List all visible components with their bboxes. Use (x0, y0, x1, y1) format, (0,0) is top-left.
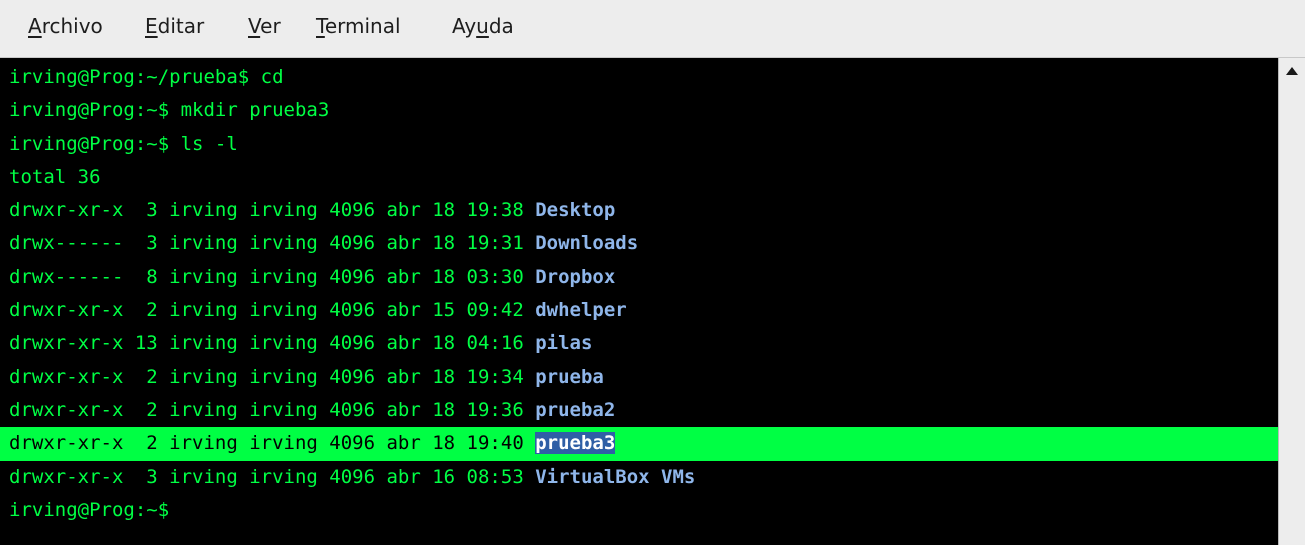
terminal-output[interactable]: irving@Prog:~/prueba$ cd irving@Prog:~$ … (0, 58, 1278, 545)
directory-name: dwhelper (535, 299, 627, 322)
vertical-scrollbar[interactable] (1278, 58, 1305, 545)
menu-terminal[interactable]: Terminal (316, 14, 401, 38)
menu-editar[interactable]: Editar (145, 14, 204, 38)
menu-ayuda[interactable]: Ayuda (452, 14, 514, 38)
directory-name: Dropbox (535, 265, 616, 288)
listing-row: drwxr-xr-x 3 irving irving 4096 abr 16 0… (9, 465, 696, 488)
terminal-window: Archivo Editar Ver Terminal Ayuda irving… (0, 0, 1305, 545)
arrow-up-icon[interactable] (1286, 67, 1298, 75)
menu-bar: Archivo Editar Ver Terminal Ayuda (0, 0, 1305, 58)
listing-row-highlighted[interactable]: drwxr-xr-x 2 irving irving 4096 abr 18 1… (0, 427, 1278, 461)
directory-name: prueba (535, 365, 604, 388)
directory-name-selected[interactable]: prueba3 (535, 432, 616, 455)
menu-archivo[interactable]: Archivo (28, 14, 103, 38)
directory-name: prueba2 (535, 398, 616, 421)
terminal-line: irving@Prog:~$ mkdir prueba3 (9, 99, 330, 122)
menu-ver[interactable]: Ver (248, 14, 281, 38)
terminal-line: total 36 (9, 165, 101, 188)
listing-row: drwxr-xr-x 13 irving irving 4096 abr 18 … (9, 332, 593, 355)
directory-name: Desktop (535, 199, 616, 222)
listing-row: drwx------ 3 irving irving 4096 abr 18 1… (9, 232, 639, 255)
listing-row: drwxr-xr-x 2 irving irving 4096 abr 15 0… (9, 299, 627, 322)
directory-name: VirtualBox VMs (535, 465, 696, 488)
directory-name: Downloads (535, 232, 639, 255)
terminal-prompt: irving@Prog:~$ (9, 498, 170, 521)
directory-name: pilas (535, 332, 593, 355)
terminal-line: irving@Prog:~$ ls -l (9, 132, 238, 155)
listing-row: drwxr-xr-x 2 irving irving 4096 abr 18 1… (9, 365, 604, 388)
listing-row: drwx------ 8 irving irving 4096 abr 18 0… (9, 265, 616, 288)
terminal-lines: irving@Prog:~/prueba$ cd irving@Prog:~$ … (0, 61, 1278, 527)
terminal-line: irving@Prog:~/prueba$ cd (9, 66, 284, 88)
listing-row: drwxr-xr-x 3 irving irving 4096 abr 18 1… (9, 199, 616, 222)
listing-row: drwxr-xr-x 2 irving irving 4096 abr 18 1… (9, 398, 616, 421)
scrollbar-track[interactable] (1281, 88, 1303, 543)
